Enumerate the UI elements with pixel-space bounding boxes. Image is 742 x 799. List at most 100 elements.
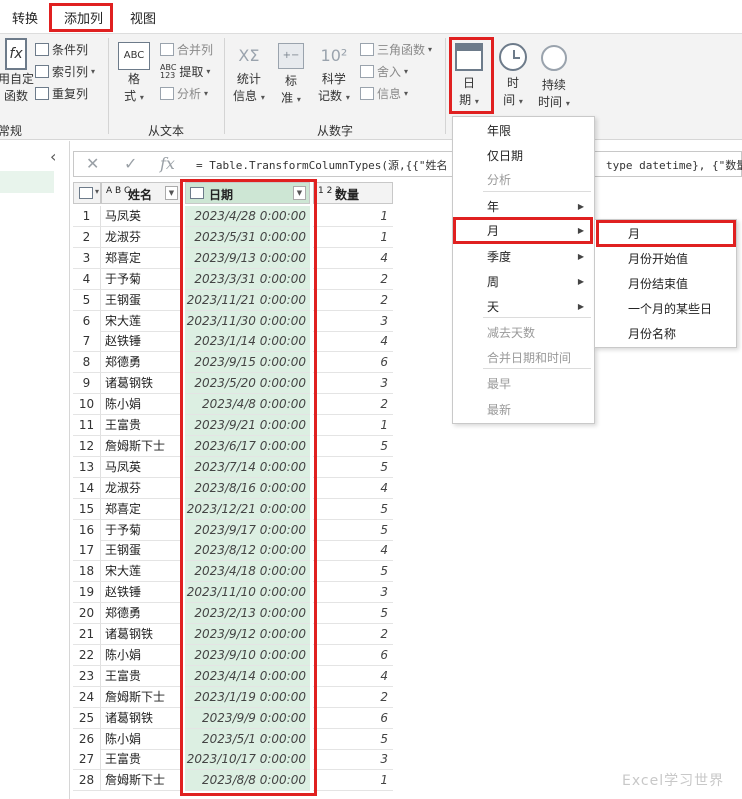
name-cell[interactable]: 赵铁锤 (101, 331, 182, 353)
name-cell[interactable]: 郑喜定 (101, 248, 182, 269)
qty-cell[interactable]: 4 (313, 248, 393, 269)
qty-cell[interactable]: 5 (313, 561, 393, 583)
name-cell[interactable]: 宋大莲 (101, 311, 182, 332)
name-cell[interactable]: 赵铁锤 (101, 582, 182, 604)
standard-button[interactable]: +− 标 准 ▾ (278, 42, 304, 106)
scientific-button[interactable]: 10² 科学 记数 ▾ (318, 42, 350, 104)
qty-cell[interactable]: 4 (313, 666, 393, 687)
parse-button[interactable]: 分析 ▾ (160, 85, 208, 102)
name-cell[interactable]: 詹姆斯下士 (101, 687, 182, 708)
qty-cell[interactable]: 5 (313, 603, 393, 625)
name-cell[interactable]: 陈小娟 (101, 394, 182, 416)
name-cell[interactable]: 于予菊 (101, 269, 182, 290)
duration-button[interactable]: 持续 时间 ▾ (538, 43, 570, 110)
tab-transform[interactable]: 转换 (12, 8, 38, 27)
time-button[interactable]: 时 间 ▾ (499, 43, 527, 108)
qty-cell[interactable]: 2 (313, 269, 393, 290)
extract-button[interactable]: ABC 123 提取 ▾ (160, 63, 210, 80)
date-menu-item[interactable]: 周 ▶ (453, 270, 594, 294)
qty-cell[interactable]: 3 (313, 373, 393, 395)
name-cell[interactable]: 诸葛钢铁 (101, 624, 182, 645)
qty-cell[interactable]: 3 (313, 311, 393, 332)
qty-cell[interactable]: 5 (313, 457, 393, 478)
name-cell[interactable]: 王钢蛋 (101, 290, 182, 311)
column-header-name[interactable]: A B C 姓名 ▼ (101, 182, 182, 204)
collapse-chevron-icon[interactable]: ‹ (50, 147, 56, 166)
month-submenu-item[interactable]: 一个月的某些日 (595, 297, 736, 322)
month-submenu-item[interactable]: 月份结束值 (595, 272, 736, 297)
table-menu-button[interactable]: ▾ (73, 182, 101, 204)
name-cell[interactable]: 宋大莲 (101, 561, 182, 583)
month-submenu-item[interactable]: 月份名称 (595, 322, 736, 347)
qty-cell[interactable]: 1 (313, 415, 393, 436)
name-cell[interactable]: 王钢蛋 (101, 540, 182, 562)
statistics-button[interactable]: XΣ 统计 信息 ▾ (233, 42, 265, 104)
name-cell[interactable]: 王富贵 (101, 666, 182, 687)
formula-text[interactable]: = Table.TransformColumnTypes(源,{{"姓名 (196, 157, 448, 173)
qty-cell[interactable]: 4 (313, 478, 393, 499)
qty-cell[interactable]: 4 (313, 540, 393, 562)
name-cell[interactable]: 郑德勇 (101, 603, 182, 625)
selected-query[interactable] (0, 171, 54, 193)
name-cell[interactable]: 于予菊 (101, 520, 182, 541)
duration-label-1: 持续 (541, 78, 566, 92)
qty-cell[interactable]: 2 (313, 687, 393, 708)
name-cell[interactable]: 诸葛钢铁 (101, 708, 182, 729)
qty-cell[interactable]: 5 (313, 436, 393, 457)
qty-cell[interactable]: 5 (313, 499, 393, 520)
index-column-button[interactable]: 索引列 ▾ (35, 63, 95, 80)
qty-cell[interactable]: 4 (313, 331, 393, 353)
date-menu-item[interactable]: 年限 (453, 119, 594, 143)
name-cell[interactable]: 马凤英 (101, 206, 182, 227)
info-button[interactable]: 信息 ▾ (360, 85, 408, 102)
ribbon-divider (445, 38, 446, 134)
qty-cell[interactable]: 3 (313, 582, 393, 604)
trigonometry-button[interactable]: 三角函数 ▾ (360, 41, 432, 58)
qty-cell[interactable]: 2 (313, 394, 393, 416)
name-cell[interactable]: 龙淑芬 (101, 478, 182, 499)
duplicate-column-button[interactable]: 重复列 (35, 85, 88, 102)
submenu-arrow-icon: ▶ (577, 202, 584, 211)
row-number: 11 (73, 415, 101, 436)
qty-cell[interactable]: 1 (313, 227, 393, 248)
qty-cell[interactable]: 5 (313, 520, 393, 541)
name-cell[interactable]: 陈小娟 (101, 645, 182, 666)
formula-text-tail[interactable]: type datetime}, {"数量 (606, 157, 742, 173)
rounding-button[interactable]: 舍入 ▾ (360, 63, 408, 80)
qty-cell[interactable]: 5 (313, 729, 393, 750)
qty-cell[interactable]: 2 (313, 290, 393, 311)
qty-cell[interactable]: 6 (313, 645, 393, 666)
month-submenu-item[interactable]: 月份开始值 (595, 247, 736, 272)
commit-icon[interactable]: ✓ (124, 154, 137, 173)
column-header-qty[interactable]: 1 2 3 数量 (313, 182, 393, 204)
name-cell[interactable]: 郑喜定 (101, 499, 182, 520)
qty-cell[interactable]: 3 (313, 749, 393, 771)
date-menu-item[interactable]: 季度 ▶ (453, 245, 594, 269)
qty-cell[interactable]: 1 (313, 770, 393, 792)
qty-cell[interactable]: 6 (313, 352, 393, 374)
name-cell[interactable]: 王富贵 (101, 415, 182, 436)
name-cell[interactable]: 龙淑芬 (101, 227, 182, 248)
name-cell[interactable]: 马凤英 (101, 457, 182, 478)
fx-icon[interactable]: fx (160, 154, 175, 173)
custom-function-button[interactable]: fx 用自定 函数 (0, 38, 34, 104)
filter-dropdown-icon[interactable]: ▼ (165, 186, 178, 200)
merge-columns-button[interactable]: 合并列 (160, 41, 213, 58)
name-cell[interactable]: 陈小娟 (101, 729, 182, 750)
qty-cell[interactable]: 2 (313, 624, 393, 645)
qty-cell[interactable]: 6 (313, 708, 393, 729)
date-menu-item[interactable]: 仅日期 (453, 144, 594, 168)
format-button[interactable]: ABC 格 式 ▾ (118, 42, 150, 104)
name-cell[interactable]: 王富贵 (101, 749, 182, 771)
qty-cell[interactable]: 1 (313, 206, 393, 227)
name-cell[interactable]: 詹姆斯下士 (101, 770, 182, 792)
tab-view[interactable]: 视图 (130, 8, 156, 27)
name-cell[interactable]: 郑德勇 (101, 352, 182, 374)
cancel-icon[interactable]: ✕ (86, 154, 99, 173)
date-menu-item[interactable]: 天 ▶ (453, 295, 594, 319)
date-menu-item[interactable]: 年 ▶ (453, 195, 594, 219)
name-cell[interactable]: 詹姆斯下士 (101, 436, 182, 457)
name-cell[interactable]: 诸葛钢铁 (101, 373, 182, 395)
conditional-column-button[interactable]: 条件列 (35, 41, 88, 58)
date-button-highlight-box (449, 37, 494, 114)
